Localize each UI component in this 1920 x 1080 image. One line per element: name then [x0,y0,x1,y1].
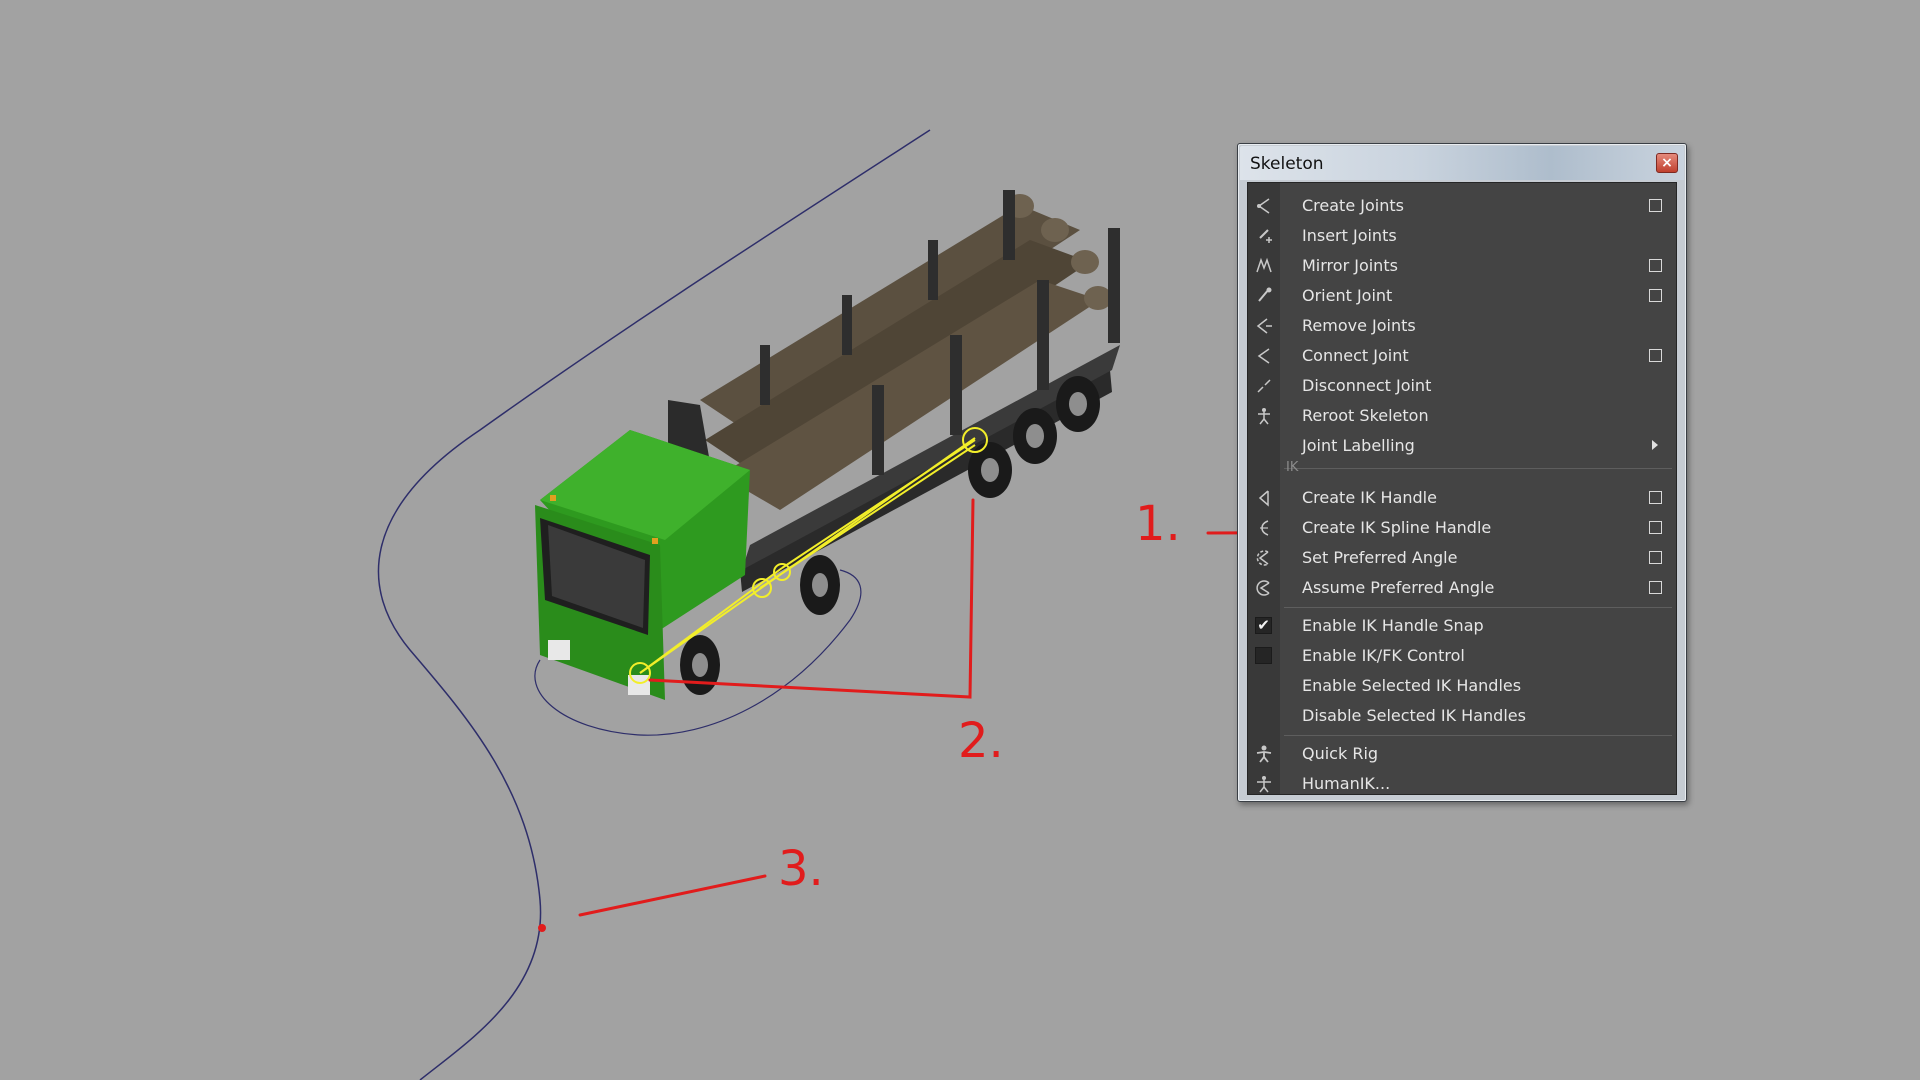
create-ik-spline-handle-option-box[interactable] [1649,521,1662,534]
curve-start-point[interactable] [538,924,546,932]
menu-item-assume-preferred-angle[interactable]: Assume Preferred Angle [1248,573,1676,603]
menu-item-create-ik-spline-handle[interactable]: Create IK Spline Handle [1248,513,1676,543]
menu-body: Create Joints Insert Joints Mirror Joint… [1247,182,1677,795]
menu-item-remove-joints[interactable]: Remove Joints [1248,311,1676,341]
orient-joint-icon [1258,287,1272,302]
enable-ik-handle-snap-checkbox[interactable]: ✔ [1255,617,1272,634]
assume-preferred-angle-icon [1256,580,1270,596]
menu-item-humanik[interactable]: HumanIK... [1248,769,1676,799]
separator [1284,468,1672,469]
orient-joint-option-box[interactable] [1649,289,1662,302]
mirror-joints-icon [1256,257,1272,273]
ik-spline-handle-icon [1260,520,1269,536]
annotation-3: 3. [778,841,824,897]
ik-handle-icon [1258,490,1269,507]
insert-joints-icon [1259,229,1272,243]
quick-rig-icon [1256,745,1272,763]
menu-item-mirror-joints[interactable]: Mirror Joints [1248,251,1676,281]
menu-item-enable-ik-fk-control[interactable]: Enable IK/FK Control [1248,641,1676,671]
menu-item-quick-rig[interactable]: Quick Rig [1248,739,1676,769]
reroot-skeleton-icon [1258,408,1270,425]
menu-titlebar[interactable]: Skeleton × [1240,146,1684,180]
separator [1284,735,1672,736]
menu-item-joint-labelling[interactable]: Joint Labelling [1248,431,1676,461]
humanik-icon [1257,776,1271,793]
connect-joint-icon [1257,348,1270,364]
menu-item-disconnect-joint[interactable]: Disconnect Joint [1248,371,1676,401]
remove-joints-icon [1256,318,1272,334]
menu-item-enable-ik-handle-snap[interactable]: ✔ Enable IK Handle Snap [1248,611,1676,641]
annotation-2: 2. [958,713,1004,769]
menu-item-connect-joint[interactable]: Connect Joint [1248,341,1676,371]
section-label-ik: IK [1286,460,1299,475]
enable-ik-fk-control-checkbox[interactable] [1255,647,1272,664]
assume-preferred-angle-option-box[interactable] [1649,581,1662,594]
set-preferred-angle-icon [1256,550,1269,566]
create-joints-icon [1257,198,1270,214]
menu-item-orient-joint[interactable]: Orient Joint [1248,281,1676,311]
menu-item-insert-joints[interactable]: Insert Joints [1248,221,1676,251]
separator [1284,607,1672,608]
menu-item-reroot-skeleton[interactable]: Reroot Skeleton [1248,401,1676,431]
menu-item-create-ik-handle[interactable]: Create IK Handle [1248,483,1676,513]
close-button[interactable]: × [1656,153,1678,173]
create-joints-option-box[interactable] [1649,199,1662,212]
create-ik-handle-option-box[interactable] [1649,491,1662,504]
menu-item-create-joints[interactable]: Create Joints [1248,191,1676,221]
menu-title: Skeleton [1250,154,1324,174]
set-preferred-angle-option-box[interactable] [1649,551,1662,564]
menu-item-disable-selected-ik-handles[interactable]: Disable Selected IK Handles [1248,701,1676,731]
connect-joint-option-box[interactable] [1649,349,1662,362]
disconnect-joint-icon [1257,379,1271,393]
menu-item-set-preferred-angle[interactable]: Set Preferred Angle [1248,543,1676,573]
mirror-joints-option-box[interactable] [1649,259,1662,272]
menu-item-enable-selected-ik-handles[interactable]: Enable Selected IK Handles [1248,671,1676,701]
submenu-arrow-icon [1652,440,1658,450]
skeleton-menu-window[interactable]: Skeleton × Create Joints Insert Joints M… [1237,143,1687,802]
annotation-1: 1. [1135,496,1181,552]
